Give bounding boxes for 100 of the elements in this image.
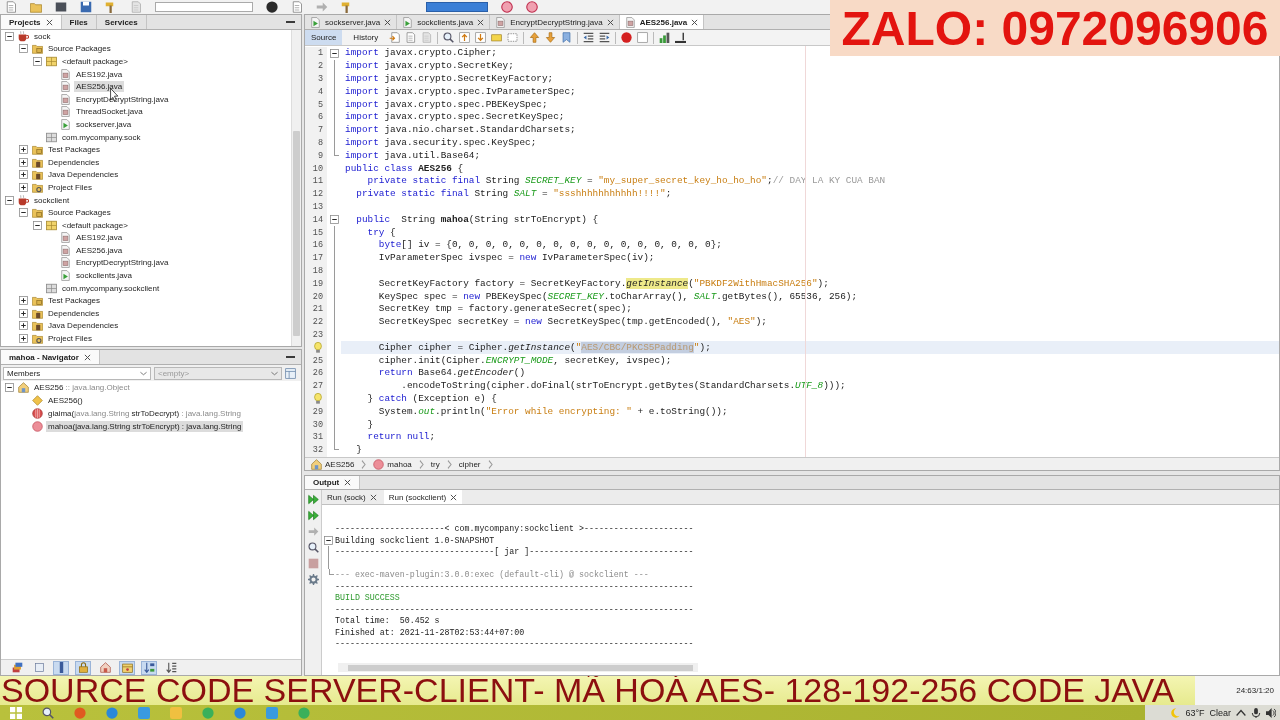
tree-item[interactable]: Test Packages <box>46 144 103 156</box>
tree-item[interactable]: Dependencies <box>46 307 102 319</box>
breadcrumb-item[interactable]: try <box>428 459 442 469</box>
tree-item[interactable]: EncryptDecryptString.java <box>74 257 171 269</box>
bulb-icon[interactable] <box>313 342 323 354</box>
expand-icon[interactable] <box>19 182 28 192</box>
panel-tab[interactable]: Files <box>61 15 97 29</box>
tree-item[interactable]: sockclients.java <box>74 270 135 282</box>
tree-item[interactable]: AES192.java <box>74 232 125 244</box>
collapse-icon[interactable] <box>5 31 14 41</box>
tree-item[interactable]: AES256.java <box>74 81 125 93</box>
tree-item[interactable]: <default package> <box>60 56 130 67</box>
close-icon[interactable] <box>691 18 699 26</box>
record-icon[interactable] <box>621 32 633 43</box>
filter-button[interactable] <box>141 660 157 675</box>
line-icon[interactable] <box>675 32 687 43</box>
members-dropdown[interactable]: Members <box>3 366 151 380</box>
tree-item[interactable]: ThreadSocket.java <box>74 106 145 118</box>
tree-item[interactable]: EncryptDecryptString.java <box>74 93 171 105</box>
panel-tab[interactable]: Services <box>96 15 147 29</box>
close-icon[interactable] <box>83 353 91 361</box>
panel-tab[interactable]: Projects <box>1 15 62 29</box>
tree-item[interactable]: AES256 :: java.lang.Object <box>32 382 132 393</box>
tree-item[interactable]: Test Packages <box>46 295 103 307</box>
close-icon[interactable] <box>606 18 614 26</box>
search-icon[interactable] <box>307 542 319 553</box>
editor-tab[interactable]: sockserver.java <box>305 15 398 29</box>
tree-item[interactable]: Project Files <box>46 181 94 193</box>
filter-button[interactable] <box>53 660 69 675</box>
collapse-icon[interactable] <box>329 215 339 225</box>
tree-item[interactable]: AES256() <box>46 395 85 406</box>
editor-tab[interactable]: EncryptDecryptString.java <box>490 15 620 29</box>
indent-left-icon[interactable] <box>583 32 595 43</box>
scrollbar[interactable] <box>291 30 301 346</box>
close-icon[interactable] <box>45 18 53 26</box>
tree-item[interactable]: com.mycompany.sockclient <box>60 282 162 294</box>
collapse-icon[interactable] <box>33 57 42 66</box>
close-icon[interactable] <box>450 493 458 501</box>
tree-item[interactable]: AES256.java <box>74 244 125 256</box>
tree-item[interactable]: <default package> <box>60 219 130 231</box>
expand-icon[interactable] <box>19 334 28 344</box>
panel-tab[interactable]: Output <box>305 476 361 489</box>
indent-right-icon[interactable] <box>599 32 611 43</box>
collapse-icon[interactable] <box>5 383 14 392</box>
editor-tab[interactable]: sockclients.java <box>397 15 491 29</box>
view-tab[interactable]: Source <box>305 30 343 45</box>
page-icon[interactable] <box>291 1 303 13</box>
bookmark-icon[interactable] <box>561 32 573 43</box>
scrollbar[interactable] <box>338 663 698 672</box>
expand-icon[interactable] <box>19 296 28 306</box>
breadcrumb-item[interactable]: cipher <box>456 459 483 469</box>
editor-tab[interactable]: AES256.java <box>619 15 705 29</box>
arrow-down-icon[interactable] <box>545 32 557 43</box>
run-tab[interactable]: Run (sock) <box>322 490 382 504</box>
tree-item[interactable]: Source Packages <box>46 207 113 219</box>
marker-icon[interactable] <box>491 32 503 43</box>
view-tab[interactable]: History <box>347 30 385 45</box>
tree-item[interactable]: mahoa(java.lang.String strToEncrypt) : java.lang.String <box>46 421 244 432</box>
collapse-icon[interactable] <box>5 195 14 205</box>
close-icon[interactable] <box>477 18 485 26</box>
page-icon[interactable] <box>5 1 17 13</box>
arrow-up-icon[interactable] <box>529 32 541 43</box>
tree-item[interactable]: com.mycompany.sock <box>60 131 143 143</box>
tree-item[interactable]: giaima(java.lang.String strToDecrypt) : java.lang.String <box>46 408 243 419</box>
toolbar-field[interactable] <box>155 2 253 12</box>
expand-icon[interactable] <box>19 157 28 167</box>
expand-icon[interactable] <box>19 308 28 318</box>
tree-item[interactable]: Dependencies <box>46 156 102 168</box>
panel-tab[interactable]: mahoa - Navigator <box>1 350 100 364</box>
tree-item[interactable]: sockserver.java <box>74 118 134 130</box>
microphone-icon[interactable] <box>1251 707 1261 718</box>
tree-item[interactable]: Java Dependencies <box>46 320 121 332</box>
bulb-icon[interactable] <box>313 393 323 405</box>
collapse-icon[interactable] <box>19 44 28 54</box>
close-icon[interactable] <box>369 493 377 501</box>
page-arrow-icon[interactable] <box>389 32 401 43</box>
breadcrumb-item[interactable]: mahoa <box>371 458 414 470</box>
filter-button[interactable] <box>97 660 113 675</box>
layout-icon[interactable] <box>285 367 296 379</box>
close-icon[interactable] <box>384 18 392 26</box>
bar-chart-icon[interactable] <box>659 32 671 43</box>
double-triangle-icon[interactable] <box>307 494 319 505</box>
tree-item[interactable]: Project Files <box>46 333 94 345</box>
breadcrumb-item[interactable]: AES256 <box>309 458 357 470</box>
tree-item[interactable]: sock <box>32 30 53 42</box>
gear-icon[interactable] <box>307 574 319 585</box>
search-icon[interactable] <box>443 32 455 43</box>
chevron-up-icon[interactable] <box>1236 707 1246 718</box>
save-icon[interactable] <box>80 1 92 13</box>
tree-item[interactable]: AES192.java <box>74 68 125 80</box>
expand-icon[interactable] <box>19 170 28 180</box>
tree-item[interactable]: Source Packages <box>46 43 113 55</box>
expand-icon[interactable] <box>19 321 28 331</box>
search-icon[interactable] <box>42 706 54 719</box>
box-icon[interactable] <box>55 1 67 13</box>
arrow-up-icon[interactable] <box>459 32 471 43</box>
toolbar-field[interactable] <box>426 2 488 12</box>
collapse-icon[interactable] <box>33 220 42 230</box>
speaker-icon[interactable] <box>1266 707 1276 718</box>
tree-item[interactable]: sockclient <box>32 194 72 206</box>
